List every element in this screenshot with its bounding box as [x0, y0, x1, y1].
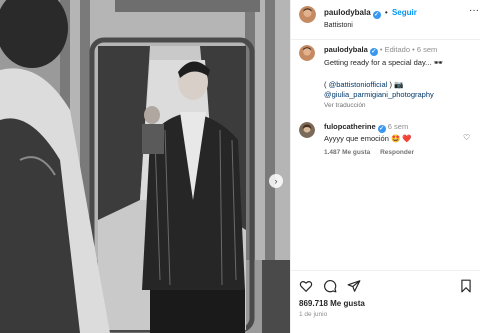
credit-handle-link[interactable]: @battistoniofficial	[329, 80, 388, 89]
comment-body: fulopcatherine ✓ 6 sem Ayyyy que emoción …	[324, 122, 474, 158]
header-subtitle[interactable]: Battistoni	[324, 22, 353, 29]
comment-meta: 1.487 Me gusta Responder	[324, 148, 474, 158]
comment-time[interactable]: 6 sem	[388, 122, 408, 131]
caption-meta-line: paulodybala ✓ • Editado • 6 sem	[324, 45, 474, 56]
translate-link[interactable]: Ver traducción	[324, 101, 474, 111]
comment-avatar[interactable]	[299, 122, 315, 138]
chevron-right-icon: ›	[274, 175, 278, 186]
reply-button[interactable]: Responder	[380, 149, 414, 156]
verified-badge-icon: ✓	[377, 125, 386, 133]
post-image	[0, 0, 290, 333]
share-send-icon[interactable]	[347, 279, 361, 293]
post-photo: ›	[0, 0, 290, 333]
caption-edited: • Editado •	[379, 45, 415, 54]
verified-badge-icon: ✓	[372, 11, 381, 19]
post-date[interactable]: 1 de junio	[299, 311, 327, 318]
avatar[interactable]	[299, 6, 316, 23]
likes-count[interactable]: 869.718 Me gusta	[299, 299, 365, 308]
post-side-panel: paulodybala ✓ • Seguir Battistoni ··· pau…	[290, 0, 480, 333]
follow-button[interactable]: Seguir	[392, 8, 417, 17]
comment-meta-line: fulopcatherine ✓ 6 sem	[324, 122, 474, 133]
comment-text: Ayyyy que emoción 🤩 ❤️	[324, 134, 412, 143]
like-heart-icon[interactable]	[299, 279, 313, 293]
comment-username[interactable]: fulopcatherine	[324, 122, 376, 131]
next-image-button[interactable]: ›	[269, 174, 283, 188]
post-header: paulodybala ✓ • Seguir Battistoni ···	[291, 0, 480, 40]
comment-like-heart-icon[interactable]: ♡	[463, 133, 470, 142]
photographer-link[interactable]: @giulia_parmigiani_photography	[324, 90, 474, 100]
caption-body: paulodybala ✓ • Editado • 6 sem Getting r…	[324, 45, 474, 111]
comment-bubble-icon[interactable]	[323, 279, 337, 293]
caption-text: Getting ready for a special day... 🕶	[324, 58, 444, 67]
caption-time[interactable]: 6 sem	[417, 45, 437, 54]
verified-badge-icon: ✓	[369, 48, 378, 56]
caption-credit: ( @battistoniofficial ) 📷	[324, 80, 474, 90]
caption-avatar[interactable]	[299, 45, 315, 61]
caption-username[interactable]: paulodybala	[324, 45, 368, 54]
header-line: paulodybala ✓ • Seguir	[324, 8, 417, 19]
comment-likes[interactable]: 1.487 Me gusta	[324, 149, 370, 156]
separator-dot: •	[384, 8, 388, 17]
credit-suffix: ) 📷	[387, 80, 404, 89]
post-actions: 869.718 Me gusta 1 de junio	[291, 270, 480, 333]
bookmark-save-icon[interactable]	[459, 279, 473, 293]
more-horizontal-icon[interactable]: ···	[469, 5, 479, 16]
header-username[interactable]: paulodybala	[324, 8, 371, 17]
